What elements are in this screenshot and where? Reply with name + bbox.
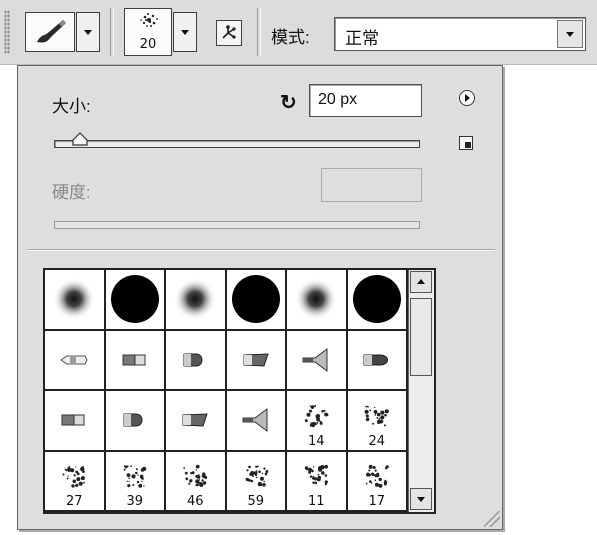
brush-swatch[interactable] <box>105 270 166 331</box>
brush-grid-cells: 14 24 27 39 46 59 11 17 <box>45 270 408 512</box>
brush-swatch[interactable] <box>45 330 106 391</box>
mode-value: 正常 <box>345 29 379 48</box>
chevron-down-icon <box>566 32 574 37</box>
brush-swatch[interactable]: 39 <box>105 451 166 512</box>
scroll-down-button[interactable] <box>410 488 432 510</box>
panel-menu-icon[interactable] <box>459 90 475 106</box>
brush-swatch[interactable] <box>226 270 287 331</box>
brush-swatch[interactable] <box>287 330 348 391</box>
splatter-brush-icon <box>305 464 329 486</box>
round-tip-brush-icon <box>183 353 203 367</box>
fan-tip-brush-icon <box>242 408 268 433</box>
brush-grid: 14 24 27 39 46 59 11 17 <box>43 268 436 514</box>
size-input[interactable]: 20 px <box>309 84 422 117</box>
brush-tool-icon <box>37 20 66 43</box>
brush-picker-panel: 大小: ↻ 20 px 硬度: 14 24 27 39 46 59 11 17 <box>17 65 503 530</box>
soft-brush-icon <box>295 278 338 321</box>
brush-swatch[interactable] <box>45 391 106 452</box>
size-label: 大小: <box>52 97 91 116</box>
brush-size-label: 24 <box>368 433 386 449</box>
splatter-brush-icon <box>245 465 269 487</box>
brush-swatch[interactable] <box>105 391 166 452</box>
brush-size-label: 17 <box>368 494 386 509</box>
brush-swatch[interactable] <box>226 391 287 452</box>
hardness-slider-track[interactable] <box>54 221 420 229</box>
brush-size-label: 27 <box>65 494 83 509</box>
splatter-brush-icon <box>364 405 389 426</box>
slant-tip-brush-icon <box>182 413 208 427</box>
airbrush-icon <box>222 25 236 39</box>
brush-swatch[interactable]: 27 <box>45 451 106 512</box>
brush-swatch[interactable] <box>105 330 166 391</box>
brush-swatch[interactable] <box>347 270 408 331</box>
toolbar-grip[interactable] <box>4 10 10 54</box>
brush-size-label: 59 <box>247 494 265 509</box>
brush-swatch[interactable] <box>226 330 287 391</box>
brush-swatch[interactable]: 46 <box>166 451 227 512</box>
brush-swatch[interactable] <box>166 330 227 391</box>
splatter-brush-icon <box>62 465 86 488</box>
hardness-input[interactable] <box>321 168 422 202</box>
round-tip-brush-icon <box>123 413 143 427</box>
flat-block-brush-icon <box>61 414 85 426</box>
brush-size-label: 11 <box>307 494 325 509</box>
brush-swatch[interactable]: 14 <box>287 391 348 452</box>
brush-size-preview: 20 <box>139 37 157 52</box>
brush-size-label: 14 <box>307 433 325 449</box>
flat-block-brush-icon <box>122 354 146 366</box>
splatter-brush-icon <box>183 464 208 488</box>
size-slider-track[interactable] <box>54 140 420 148</box>
brush-swatch[interactable] <box>45 270 106 331</box>
brush-grid-scrollbar[interactable] <box>408 270 434 512</box>
brush-swatch[interactable] <box>166 270 227 331</box>
brush-preset-button[interactable]: 20 <box>124 8 172 56</box>
tool-preset-dropdown[interactable] <box>76 12 100 52</box>
splatter-brush-icon <box>123 465 147 488</box>
reset-icon[interactable]: ↻ <box>280 90 297 115</box>
fan-tip-brush-icon <box>302 347 328 372</box>
marker-tip-brush-icon <box>60 355 88 365</box>
slant-tip-brush-icon <box>243 353 269 367</box>
brush-size-label: 46 <box>186 494 204 509</box>
brush-swatch[interactable]: 24 <box>347 391 408 452</box>
brush-preset-icon <box>140 13 158 27</box>
mode-label: 模式: <box>271 28 310 47</box>
divider <box>27 249 495 251</box>
mode-select[interactable]: 正常 <box>334 17 586 51</box>
hard-brush-icon <box>110 275 159 324</box>
hardness-label: 硬度: <box>52 183 91 202</box>
brush-swatch[interactable]: 17 <box>347 451 408 512</box>
brush-size-label: 39 <box>126 494 144 509</box>
chevron-down-icon <box>181 30 189 35</box>
tool-preset-button[interactable] <box>25 12 75 52</box>
airbrush-toggle-button[interactable] <box>216 20 242 46</box>
brush-swatch[interactable] <box>347 330 408 391</box>
panel-resize-grip[interactable] <box>484 511 500 527</box>
chevron-down-icon <box>84 30 92 35</box>
splatter-brush-icon <box>365 464 389 488</box>
brush-preset-dropdown[interactable] <box>173 12 197 52</box>
scroll-up-button[interactable] <box>410 271 432 293</box>
brush-swatch[interactable]: 59 <box>226 451 287 512</box>
scroll-thumb[interactable] <box>410 298 432 376</box>
size-slider-thumb[interactable] <box>72 132 88 146</box>
soft-brush-icon <box>53 278 96 321</box>
soft-brush-icon <box>174 278 217 321</box>
brush-swatch[interactable] <box>166 391 227 452</box>
hard-brush-icon <box>352 275 401 324</box>
options-bar: 20 模式: 正常 <box>0 0 597 65</box>
mode-dropdown-button[interactable] <box>557 20 583 48</box>
hard-brush-icon <box>231 275 280 324</box>
splatter-brush-icon <box>305 404 329 427</box>
bullet-tip-brush-icon <box>363 354 388 366</box>
new-preset-icon[interactable] <box>459 136 473 150</box>
brush-swatch[interactable] <box>287 270 348 331</box>
brush-swatch[interactable]: 11 <box>287 451 348 512</box>
